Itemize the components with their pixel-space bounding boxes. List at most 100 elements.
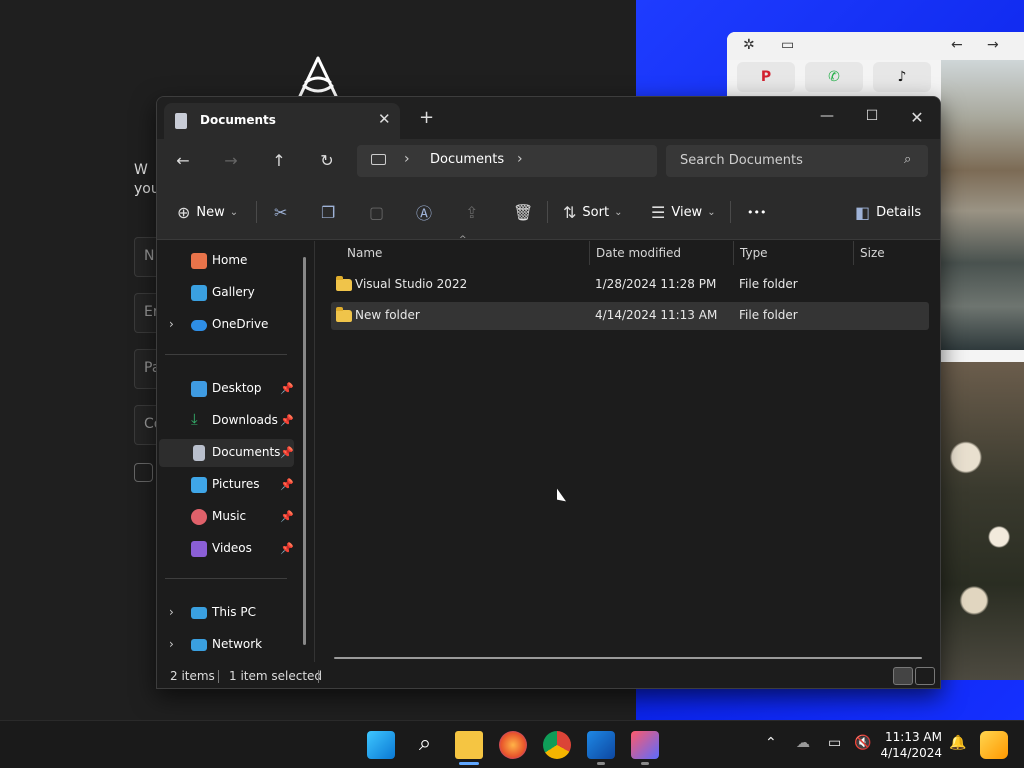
start-button[interactable] xyxy=(367,731,395,759)
chevron-right-icon[interactable]: › xyxy=(404,151,410,167)
sidebar-item-label: Downloads xyxy=(212,413,278,427)
sidebar-item-pictures[interactable]: Pictures 📌 xyxy=(159,471,294,499)
file-explorer-window: Documents ✕ + — ☐ ✕ ← → ↑ ↻ › Documents … xyxy=(156,96,941,689)
folder-icon xyxy=(336,307,352,322)
new-tab-icon[interactable]: + xyxy=(419,109,434,127)
sidebar-item-gallery[interactable]: Gallery xyxy=(159,279,294,307)
sidebar-toggle-icon[interactable]: ▭ xyxy=(781,37,794,53)
details-button[interactable]: ◧ Details xyxy=(855,200,921,224)
new-button[interactable]: ⊕ New ⌄ xyxy=(177,200,238,224)
firefox-icon[interactable] xyxy=(499,731,527,759)
sidebar-item-onedrive[interactable]: › OneDrive xyxy=(159,311,294,339)
details-label: Details xyxy=(876,204,922,220)
tab-documents[interactable]: Documents ✕ xyxy=(164,103,400,139)
sidebar-item-downloads[interactable]: ⤓ Downloads 📌 xyxy=(159,407,294,435)
up-button[interactable]: ↑ xyxy=(264,149,294,175)
chevron-right-icon[interactable]: › xyxy=(169,605,174,619)
title-bar: Documents ✕ + — ☐ ✕ xyxy=(157,97,940,139)
column-header-date[interactable]: Date modified xyxy=(589,241,733,265)
pin-icon: 📌 xyxy=(280,414,294,427)
pin-icon: 📌 xyxy=(280,446,294,459)
arc-browser-icon[interactable] xyxy=(631,731,659,759)
forward-button[interactable]: → xyxy=(216,149,246,175)
lights-photo[interactable] xyxy=(941,362,1024,680)
sort-button[interactable]: ⇅ Sort ⌄ xyxy=(563,200,622,224)
tab-close-icon[interactable]: ✕ xyxy=(378,110,391,128)
music-icon xyxy=(191,509,207,525)
details-view-button[interactable] xyxy=(893,667,913,685)
file-type: File folder xyxy=(739,277,798,291)
share-icon: ⇪ xyxy=(465,202,479,222)
item-count: 2 items xyxy=(170,669,215,683)
background-text-line: W xyxy=(134,162,148,178)
sidebar-item-videos[interactable]: Videos 📌 xyxy=(159,535,294,563)
chevron-up-icon[interactable]: ⌃ xyxy=(765,735,777,751)
refresh-button[interactable]: ↻ xyxy=(312,149,342,175)
sidebar-item-desktop[interactable]: Desktop 📌 xyxy=(159,375,294,403)
breadcrumb-documents[interactable]: Documents xyxy=(430,152,504,167)
pc-icon xyxy=(191,607,207,619)
column-header-size[interactable]: Size xyxy=(853,241,933,265)
chrome-icon[interactable] xyxy=(543,731,571,759)
close-button[interactable]: ✕ xyxy=(894,103,940,131)
search-input[interactable]: Search Documents xyxy=(680,153,803,168)
whatsapp-icon[interactable]: ✆ xyxy=(805,62,863,92)
minimize-button[interactable]: — xyxy=(804,103,850,131)
tiles-view-button[interactable] xyxy=(915,667,935,685)
volume-muted-icon[interactable]: 🔇 xyxy=(854,735,871,751)
sort-label: Sort xyxy=(582,204,610,220)
search-box[interactable]: Search Documents ⌕ xyxy=(666,145,928,177)
chevron-right-icon[interactable]: › xyxy=(169,317,174,331)
sidebar-item-this-pc[interactable]: › This PC xyxy=(159,599,294,627)
table-row[interactable]: New folder 4/14/2024 11:13 AM File folde… xyxy=(331,302,929,330)
paste-button[interactable]: ▢ xyxy=(369,200,390,224)
cloud-offline-icon[interactable]: ☁ xyxy=(796,735,810,751)
sidebar-divider xyxy=(165,578,287,579)
horizontal-scrollbar[interactable] xyxy=(334,657,922,659)
sidebar-item-music[interactable]: Music 📌 xyxy=(159,503,294,531)
delete-button[interactable]: 🗑 xyxy=(513,200,539,224)
column-header-type[interactable]: Type xyxy=(733,241,853,265)
chevron-right-icon[interactable]: › xyxy=(169,637,174,651)
sidebar-item-network[interactable]: › Network xyxy=(159,631,294,659)
copilot-icon[interactable] xyxy=(980,731,1008,759)
app-logo-icon xyxy=(298,56,338,98)
beach-photo[interactable] xyxy=(941,60,1024,350)
view-list-icon: ☰ xyxy=(651,202,666,222)
sidebar-item-home[interactable]: Home xyxy=(159,247,294,275)
sidebar-item-label: Documents xyxy=(212,445,281,459)
more-options-button[interactable]: ••• xyxy=(747,200,766,224)
clock[interactable]: 11:13 AM 4/14/2024 xyxy=(880,729,942,761)
rename-button[interactable]: Ⓐ xyxy=(416,200,438,224)
file-explorer-icon[interactable] xyxy=(455,731,483,759)
back-button[interactable]: ← xyxy=(168,149,198,175)
notification-bell-icon[interactable]: 🔔 xyxy=(949,735,966,751)
tiktok-icon[interactable]: ♪ xyxy=(873,62,931,92)
browser-back-icon[interactable]: ← xyxy=(951,37,963,53)
status-divider xyxy=(318,670,319,683)
browser-forward-icon[interactable]: → xyxy=(987,37,999,53)
chevron-right-icon[interactable]: › xyxy=(517,151,523,167)
cut-button[interactable]: ✂ xyxy=(274,200,293,224)
column-header-name[interactable]: Name xyxy=(341,241,589,265)
pinterest-icon[interactable]: P xyxy=(737,62,795,92)
desktop: W you N Er Pa Co ✲ ▭ ← → P ✆ ♪ Documents… xyxy=(0,0,1024,768)
table-row[interactable]: Visual Studio 2022 1/28/2024 11:28 PM Fi… xyxy=(331,271,929,299)
copy-button[interactable]: ❐ xyxy=(321,200,341,224)
maximize-button[interactable]: ☐ xyxy=(849,103,895,131)
view-label: View xyxy=(671,204,703,220)
address-bar[interactable]: › Documents › xyxy=(357,145,657,177)
background-checkbox[interactable] xyxy=(134,463,153,482)
view-button[interactable]: ☰ View ⌄ xyxy=(651,200,716,224)
browser-logo-icon[interactable]: ✲ xyxy=(743,37,755,53)
command-bar: ⊕ New ⌄ ✂ ❐ ▢ Ⓐ ⇪ 🗑 ⇅ Sort ⌄ ☰ View ⌄ ••… xyxy=(157,185,940,240)
sidebar-item-label: Desktop xyxy=(212,381,262,395)
search-icon[interactable]: ⌕ xyxy=(411,731,439,759)
sidebar-item-documents[interactable]: Documents 📌 xyxy=(159,439,294,467)
app-icon[interactable] xyxy=(587,731,615,759)
cloud-icon xyxy=(191,320,207,331)
display-icon[interactable]: ▭ xyxy=(828,735,841,751)
sidebar-scrollbar[interactable] xyxy=(303,257,306,645)
share-button[interactable]: ⇪ xyxy=(465,200,484,224)
chevron-down-icon: ⌄ xyxy=(229,206,239,218)
